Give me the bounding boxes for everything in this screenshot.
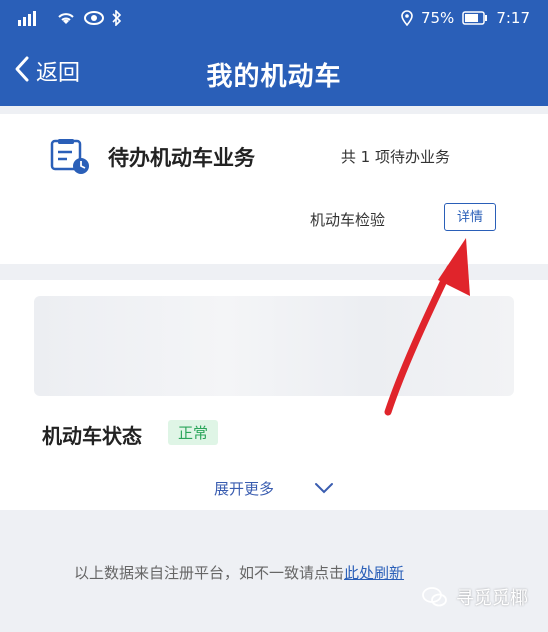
status-bar: 75% 7:17 — [0, 0, 548, 36]
nav-bar: 返回 我的机动车 — [0, 36, 548, 106]
app-screen: 75% 7:17 返回 我的机动车 待办机动车业务 共 1 项待办业务 机动车检… — [0, 0, 548, 632]
battery-percent: 75% — [420, 9, 455, 27]
chevron-down-icon — [314, 480, 334, 498]
battery-icon — [462, 11, 488, 25]
signal-icon — [18, 10, 48, 26]
eye-icon — [84, 11, 104, 25]
wechat-icon — [422, 586, 448, 608]
todo-business-card: 待办机动车业务 共 1 项待办业务 机动车检验 详情 — [0, 114, 548, 264]
location-icon — [401, 10, 413, 26]
footer-note-text: 以上数据来自注册平台，如不一致请点击 — [74, 564, 345, 582]
vehicle-status-label: 机动车状态 — [42, 424, 142, 448]
todo-count: 共 1 项待办业务 — [340, 148, 450, 166]
vehicle-info-card: 机动车状态 正常 展开更多 — [0, 280, 548, 510]
todo-title: 待办机动车业务 — [108, 146, 255, 170]
detail-button[interactable]: 详情 — [444, 203, 496, 231]
todo-item-label: 机动车检验 — [310, 211, 386, 229]
blurred-vehicle-info — [34, 296, 514, 396]
status-time: 7:17 — [496, 9, 530, 27]
bluetooth-icon — [112, 10, 122, 26]
status-left — [18, 10, 122, 26]
expand-more-label: 展开更多 — [214, 480, 275, 498]
document-clock-icon — [50, 138, 92, 180]
refresh-link[interactable]: 此处刷新 — [344, 564, 404, 582]
expand-more-button[interactable]: 展开更多 — [214, 478, 334, 499]
footer-note: 以上数据来自注册平台，如不一致请点击此处刷新 — [74, 562, 404, 583]
watermark-text: 寻觅觅椰 — [456, 588, 528, 609]
watermark: 寻觅觅椰 — [422, 584, 528, 610]
status-right: 75% 7:17 — [401, 9, 530, 27]
page-title: 我的机动车 — [206, 62, 342, 92]
status-badge: 正常 — [168, 420, 219, 445]
wifi-icon — [56, 10, 76, 26]
